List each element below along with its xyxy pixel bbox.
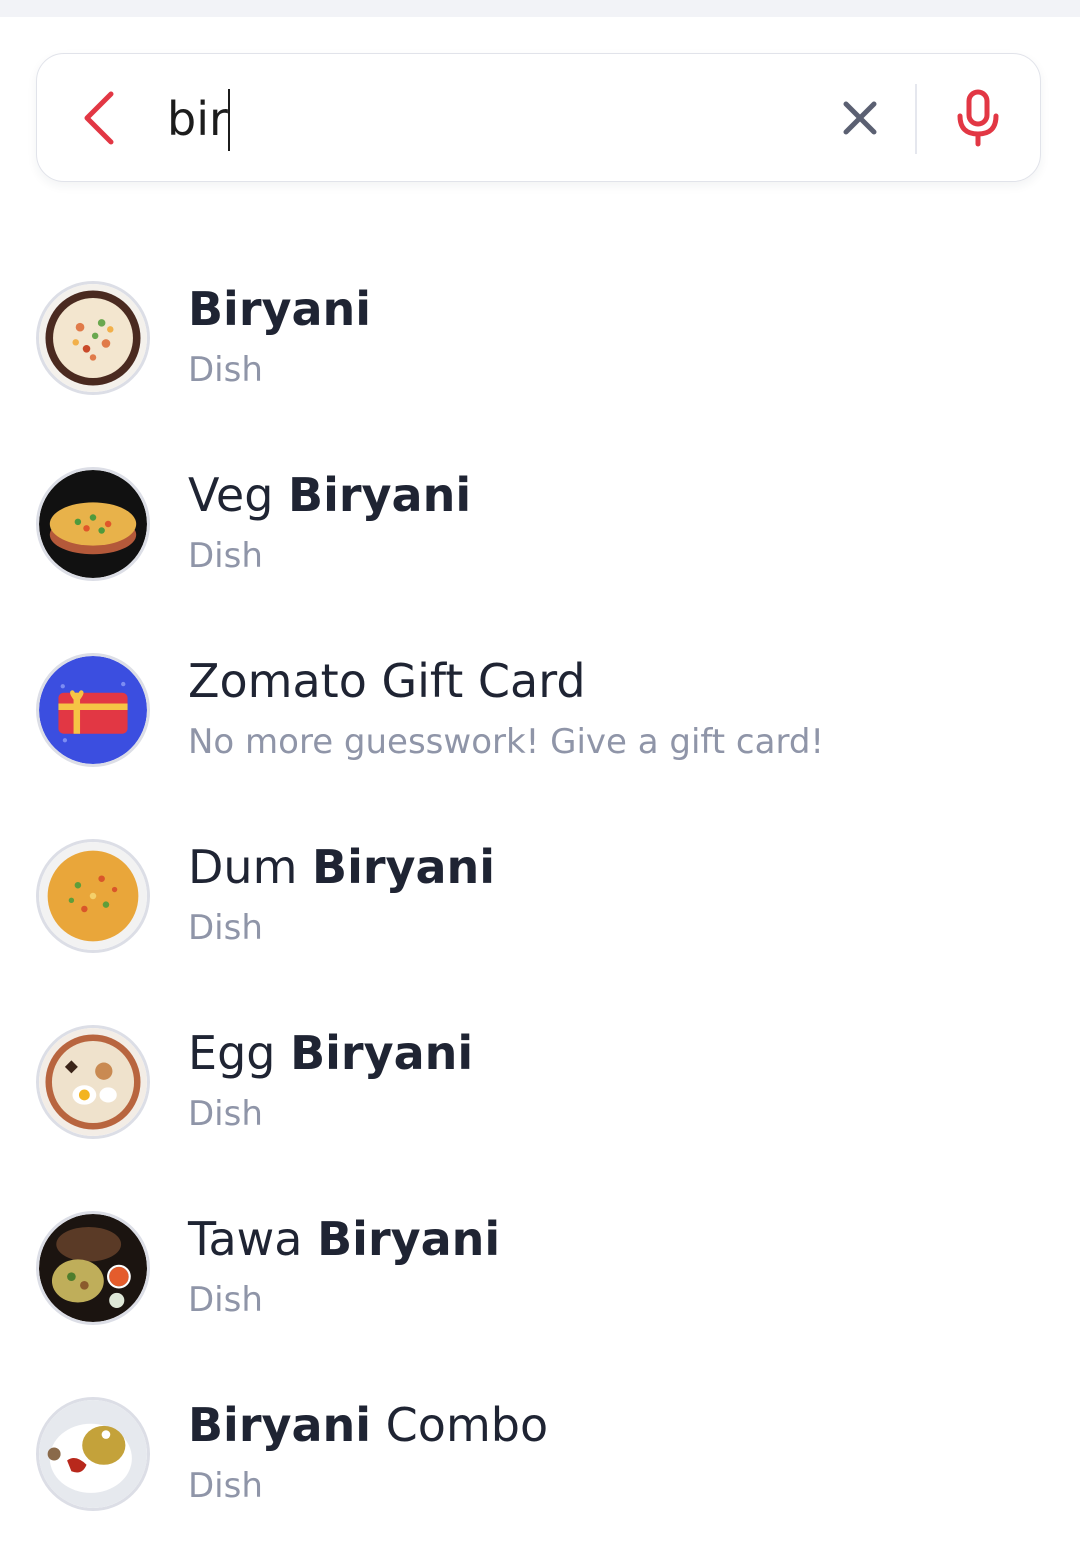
- veg-biryani-pot-thumbnail: [36, 467, 150, 581]
- title-prefix: Egg: [188, 1026, 291, 1080]
- result-subtitle: Dish: [188, 1466, 263, 1506]
- result-subtitle: Dish: [188, 1094, 263, 1134]
- search-results-list: Biryani Dish Veg Biryani Dish Zomato Gif…: [0, 260, 1080, 1562]
- result-item-zomato-gift-card[interactable]: Zomato Gift Card No more guesswork! Give…: [0, 632, 1080, 818]
- title-prefix: Tawa: [188, 1212, 318, 1266]
- status-bar-strip: [0, 0, 1080, 17]
- title-match: Biryani: [290, 1026, 474, 1080]
- dum-biryani-plate-thumbnail: [36, 839, 150, 953]
- search-divider: [915, 84, 917, 154]
- egg-biryani-plate-thumbnail: [36, 1025, 150, 1139]
- close-icon: [843, 101, 877, 135]
- result-subtitle: No more guesswork! Give a gift card!: [188, 722, 825, 762]
- result-title: Biryani: [188, 280, 371, 338]
- result-title: Egg Biryani: [188, 1024, 473, 1082]
- title-prefix: Veg: [188, 468, 289, 522]
- result-subtitle: Dish: [188, 908, 263, 948]
- result-item-egg-biryani[interactable]: Egg Biryani Dish: [0, 1004, 1080, 1190]
- result-item-veg-biryani[interactable]: Veg Biryani Dish: [0, 446, 1080, 632]
- title-match: Biryani: [312, 840, 496, 894]
- microphone-icon: [957, 89, 999, 147]
- search-input-wrap: [167, 84, 807, 154]
- back-button[interactable]: [75, 82, 127, 154]
- title-prefix: Dum: [188, 840, 313, 894]
- text-cursor: [228, 89, 230, 151]
- result-subtitle: Dish: [188, 536, 263, 576]
- result-subtitle: Dish: [188, 1280, 263, 1320]
- title-prefix: Zomato Gift Card: [188, 654, 586, 708]
- result-title: Biryani Combo: [188, 1396, 548, 1454]
- result-item-biryani-combo[interactable]: Biryani Combo Dish: [0, 1376, 1080, 1562]
- title-suffix: Combo: [371, 1398, 549, 1452]
- result-title: Veg Biryani: [188, 466, 471, 524]
- result-item-tawa-biryani[interactable]: Tawa Biryani Dish: [0, 1190, 1080, 1376]
- title-match: Biryani: [188, 282, 372, 336]
- title-match: Biryani: [288, 468, 472, 522]
- result-item-biryani[interactable]: Biryani Dish: [0, 260, 1080, 446]
- title-match: Biryani: [317, 1212, 501, 1266]
- biryani-combo-plate-thumbnail: [36, 1397, 150, 1511]
- result-item-dum-biryani[interactable]: Dum Biryani Dish: [0, 818, 1080, 1004]
- chevron-left-icon: [84, 91, 114, 145]
- result-title: Tawa Biryani: [188, 1210, 500, 1268]
- title-match: Biryani: [188, 1398, 372, 1452]
- clear-search-button[interactable]: [832, 90, 888, 146]
- result-subtitle: Dish: [188, 350, 263, 390]
- result-title: Dum Biryani: [188, 838, 495, 896]
- search-bar: [36, 53, 1041, 182]
- voice-search-button[interactable]: [952, 86, 1004, 150]
- result-title: Zomato Gift Card: [188, 652, 586, 710]
- search-input[interactable]: [167, 84, 807, 154]
- gift-card-icon: [36, 653, 150, 767]
- tawa-biryani-spread-thumbnail: [36, 1211, 150, 1325]
- biryani-plate-thumbnail: [36, 281, 150, 395]
